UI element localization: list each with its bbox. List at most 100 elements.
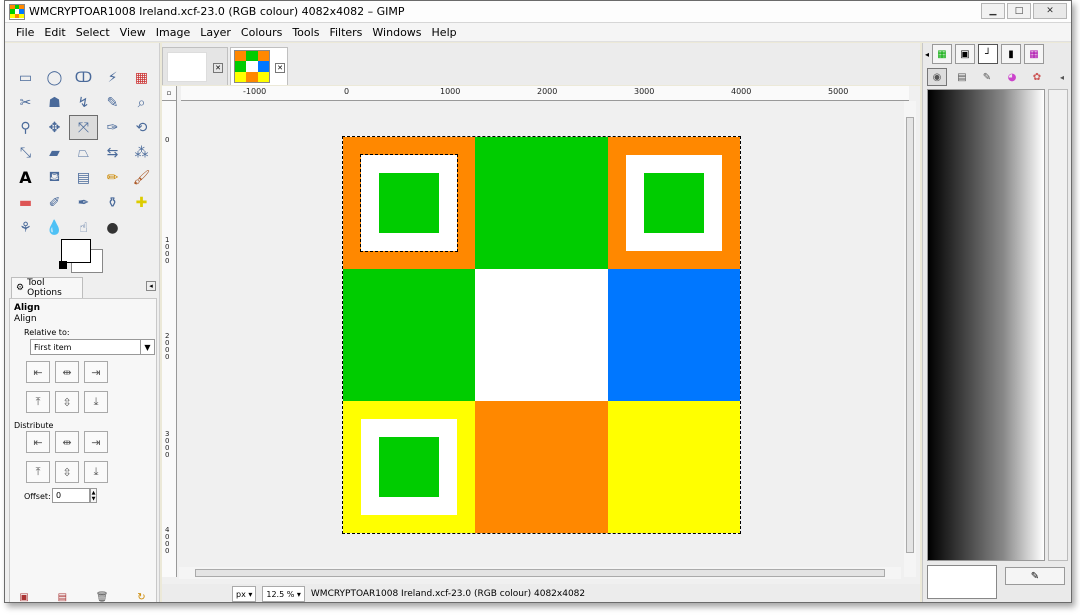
pencil-icon[interactable]: ✏ (98, 165, 127, 190)
menu-image[interactable]: Image (151, 26, 195, 39)
save-options-icon[interactable]: ▣ (19, 592, 28, 603)
image-tab-1[interactable]: ✕ (162, 47, 228, 85)
close-button[interactable]: ✕ (1033, 3, 1067, 19)
align-center-button[interactable]: ⇹ (55, 361, 79, 383)
color-picker-icon[interactable]: ✎ (98, 90, 127, 115)
ellipse-select-icon[interactable]: ◯ (40, 65, 69, 90)
cage-icon[interactable]: ⁂ (127, 140, 156, 165)
menu-windows[interactable]: Windows (367, 26, 426, 39)
distribute-bottom-button[interactable]: ⤓ (84, 461, 108, 483)
paintbrush-icon[interactable]: 🖌 (127, 165, 156, 190)
zoom-icon[interactable]: ⌕ (127, 90, 156, 115)
distribute-top-button[interactable]: ⤒ (26, 461, 50, 483)
measure-icon[interactable]: ⚲ (11, 115, 40, 140)
smudge-icon[interactable]: ☝ (69, 215, 98, 240)
channels-icon[interactable]: ▤ (952, 68, 972, 86)
perspective-clone-icon[interactable]: ⚘ (11, 215, 40, 240)
image-tab-2[interactable]: ✕ (230, 47, 288, 85)
rotate-icon[interactable]: ⟲ (127, 115, 156, 140)
heal-icon[interactable]: ✚ (127, 190, 156, 215)
brushes-tab-icon[interactable]: ▣ (955, 44, 976, 64)
foreground-select-icon[interactable]: ☗ (40, 90, 69, 115)
eraser-icon[interactable]: ▬ (11, 190, 40, 215)
dock-menu-icon[interactable]: ◂ (1052, 68, 1071, 86)
maximize-button[interactable]: □ (1007, 3, 1031, 19)
menu-filters[interactable]: Filters (324, 26, 367, 39)
blur-icon[interactable]: 💧 (40, 215, 69, 240)
distribute-left-button[interactable]: ⇤ (26, 431, 50, 453)
offset-spin-buttons[interactable]: ▲ ▼ (90, 488, 97, 503)
align-top-button[interactable]: ⤒ (26, 391, 50, 413)
horizontal-ruler[interactable]: -1000 0 1000 2000 3000 4000 5000 (181, 86, 909, 101)
crop-icon[interactable]: ✑ (98, 115, 127, 140)
images-tab-icon[interactable]: ▦ (932, 44, 953, 64)
restore-options-icon[interactable]: ▤ (58, 592, 67, 603)
paths-icon[interactable]: ↯ (69, 90, 98, 115)
color-wheel-icon[interactable]: ◕ (1002, 68, 1022, 86)
zoom-select[interactable]: 12.5 % ▾ (262, 586, 305, 602)
align-icon[interactable]: ⤧ (69, 115, 98, 140)
tab-menu-button[interactable]: ◂ (146, 281, 156, 291)
foreground-color[interactable] (61, 239, 91, 263)
text-icon[interactable]: A (11, 165, 40, 190)
gradients-tab-icon[interactable]: ▮ (1001, 44, 1022, 64)
free-select-icon[interactable]: ↀ (69, 65, 98, 90)
vertical-ruler[interactable]: 0 1000 2000 3000 4000 (162, 101, 177, 577)
distribute-center-button[interactable]: ⇹ (55, 431, 79, 453)
menu-colours[interactable]: Colours (236, 26, 287, 39)
distribute-middle-button[interactable]: ⇳ (55, 461, 79, 483)
paths-tab-icon[interactable]: ┘ (978, 44, 999, 64)
ruler-corner[interactable]: ▫ (162, 86, 177, 101)
palette-icon[interactable]: ✿ (1027, 68, 1047, 86)
blend-icon[interactable]: ▤ (69, 165, 98, 190)
chevron-down-icon[interactable]: ▼ (140, 340, 154, 354)
by-color-select-icon[interactable]: ▦ (127, 65, 156, 90)
dodge-burn-icon[interactable]: ● (98, 215, 127, 240)
menu-edit[interactable]: Edit (39, 26, 70, 39)
menu-help[interactable]: Help (427, 26, 462, 39)
menu-view[interactable]: View (115, 26, 151, 39)
rect-select-icon[interactable]: ▭ (11, 65, 40, 90)
palettes-tab-icon[interactable]: ▦ (1024, 44, 1045, 64)
move-icon[interactable]: ✥ (40, 115, 69, 140)
fuzzy-select-icon[interactable]: ⚡ (98, 65, 127, 90)
default-colors-icon[interactable] (59, 261, 67, 269)
align-left-button[interactable]: ⇤ (26, 361, 50, 383)
unit-select[interactable]: px ▾ (232, 586, 257, 602)
relative-to-select[interactable]: First item ▼ (30, 339, 155, 355)
ink-icon[interactable]: ✒ (69, 190, 98, 215)
scrollbar-thumb[interactable] (906, 117, 914, 553)
distribute-right-button[interactable]: ⇥ (84, 431, 108, 453)
layers-icon[interactable]: ◉ (927, 68, 947, 86)
menu-tools[interactable]: Tools (287, 26, 324, 39)
align-right-button[interactable]: ⇥ (84, 361, 108, 383)
dock-scrollbar[interactable] (1048, 89, 1068, 561)
menu-layer[interactable]: Layer (195, 26, 236, 39)
horizontal-scrollbar[interactable] (179, 567, 901, 579)
bucket-fill-icon[interactable]: ⛾ (40, 165, 69, 190)
gradient-preview[interactable] (927, 89, 1045, 561)
align-middle-button[interactable]: ⇳ (55, 391, 79, 413)
perspective-icon[interactable]: ⏢ (69, 140, 98, 165)
scissors-icon[interactable]: ✂ (11, 90, 40, 115)
flip-icon[interactable]: ⇆ (98, 140, 127, 165)
offset-field[interactable]: 0 (52, 488, 90, 503)
shear-icon[interactable]: ▰ (40, 140, 69, 165)
minimize-button[interactable]: ▁ (981, 3, 1005, 19)
scale-icon[interactable]: ⤡ (11, 140, 40, 165)
tab-tool-options[interactable]: ⚙ Tool Options (11, 277, 83, 298)
close-icon[interactable]: ✕ (213, 63, 223, 73)
vertical-scrollbar[interactable] (904, 101, 916, 577)
menu-file[interactable]: File (11, 26, 39, 39)
dock-edit-button[interactable]: ✎ (1005, 567, 1065, 585)
dock-left-arrow-icon[interactable]: ◂ (925, 50, 929, 59)
image-canvas[interactable] (342, 136, 741, 534)
reset-options-icon[interactable]: ↻ (137, 592, 145, 603)
delete-options-icon[interactable]: 🗑 (96, 592, 109, 603)
close-icon[interactable]: ✕ (275, 63, 285, 73)
scrollbar-thumb[interactable] (195, 569, 885, 577)
color-selector[interactable] (59, 239, 107, 275)
brush-icon[interactable]: ✎ (977, 68, 997, 86)
airbrush-icon[interactable]: ✐ (40, 190, 69, 215)
clone-icon[interactable]: ⚱ (98, 190, 127, 215)
